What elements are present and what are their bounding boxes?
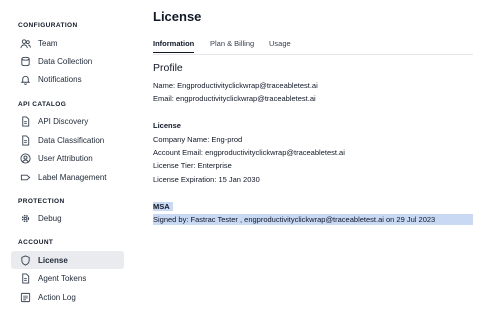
- sidebar-item-debug[interactable]: Debug: [11, 209, 124, 227]
- page-title: License: [153, 9, 202, 24]
- sidebar-item-label: Data Collection: [38, 56, 93, 66]
- bell-icon: [19, 73, 31, 85]
- section-title-protection: PROTECTION: [18, 198, 65, 205]
- shield-icon: [19, 254, 31, 266]
- sidebar-item-agent-tokens[interactable]: Agent Tokens: [11, 269, 124, 287]
- license-account-email: Account Email: engproductivityclickwrap@…: [153, 148, 345, 157]
- section-title-api-catalog: API CATALOG: [18, 101, 67, 108]
- document-icon: [19, 272, 31, 284]
- sidebar-item-label: Debug: [38, 213, 62, 223]
- sidebar-item-label: Action Log: [38, 292, 76, 302]
- sidebar-item-data-classification[interactable]: Data Classification: [11, 131, 124, 149]
- document-icon: [19, 115, 31, 127]
- sidebar: CONFIGURATION Team Data Collection Notif…: [0, 0, 135, 319]
- sidebar-item-label: API Discovery: [38, 116, 89, 126]
- tag-icon: [19, 171, 31, 183]
- main-content: License Information Plan & Billing Usage…: [153, 0, 480, 319]
- profile-email: Email: engproductivityclickwrap@traceabl…: [153, 94, 316, 103]
- profile-heading: Profile: [153, 62, 183, 74]
- sidebar-item-label-management[interactable]: Label Management: [11, 168, 124, 186]
- sidebar-item-label: License: [38, 255, 68, 265]
- sidebar-item-label: Team: [38, 38, 58, 48]
- msa-signed-by: Signed by: Fastrac Tester , engproductiv…: [153, 214, 473, 225]
- sidebar-item-data-collection[interactable]: Data Collection: [11, 52, 124, 70]
- license-tier: License Tier: Enterprise: [153, 161, 232, 170]
- sidebar-item-label: Agent Tokens: [38, 273, 87, 283]
- profile-name: Name: Engproductivityclickwrap@traceable…: [153, 81, 318, 90]
- document-icon: [19, 134, 31, 146]
- gear-icon: [19, 212, 31, 224]
- tab-information[interactable]: Information: [153, 39, 195, 53]
- tab-plan-billing[interactable]: Plan & Billing: [210, 39, 254, 52]
- section-title-account: ACCOUNT: [18, 239, 54, 246]
- sidebar-item-label: Notifications: [38, 74, 82, 84]
- sidebar-item-label: User Attribution: [38, 153, 93, 163]
- tab-bar: Information Plan & Billing Usage: [153, 38, 473, 55]
- team-icon: [19, 37, 31, 49]
- msa-heading: MSA: [153, 202, 173, 211]
- tab-usage[interactable]: Usage: [269, 39, 291, 52]
- sidebar-item-label: Label Management: [38, 172, 107, 182]
- user-circle-icon: [19, 152, 31, 164]
- license-company: Company Name: Eng-prod: [153, 135, 243, 144]
- license-expiration: License Expiration: 15 Jan 2030: [153, 175, 260, 184]
- database-icon: [19, 55, 31, 67]
- sidebar-item-api-discovery[interactable]: API Discovery: [11, 112, 124, 130]
- license-heading: License: [153, 121, 181, 130]
- sidebar-item-label: Data Classification: [38, 135, 105, 145]
- list-icon: [19, 291, 31, 303]
- sidebar-item-license[interactable]: License: [11, 251, 124, 269]
- sidebar-item-team[interactable]: Team: [11, 34, 124, 52]
- sidebar-item-action-log[interactable]: Action Log: [11, 288, 124, 306]
- sidebar-item-user-attribution[interactable]: User Attribution: [11, 149, 124, 167]
- sidebar-item-notifications[interactable]: Notifications: [11, 70, 124, 88]
- section-title-configuration: CONFIGURATION: [18, 22, 78, 29]
